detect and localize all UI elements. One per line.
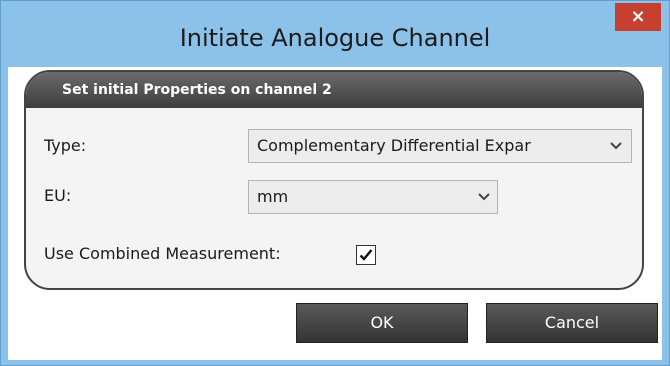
dialog-content: Set initial Properties on channel 2 Type… <box>8 67 662 360</box>
chevron-down-icon <box>475 181 493 224</box>
checkmark-icon <box>359 249 373 261</box>
eu-label: EU: <box>44 186 72 205</box>
dialog-window: Initiate Analogue Channel × Set initial … <box>0 0 670 366</box>
properties-group: Set initial Properties on channel 2 Type… <box>24 70 644 290</box>
type-label: Type: <box>44 136 87 155</box>
combined-measurement-checkbox[interactable] <box>356 245 376 265</box>
close-icon: × <box>630 6 646 27</box>
group-header: Set initial Properties on channel 2 <box>26 72 642 108</box>
group-title: Set initial Properties on channel 2 <box>62 82 332 98</box>
type-dropdown[interactable]: Complementary Differential Expar <box>248 129 632 163</box>
title-bar[interactable]: Initiate Analogue Channel × <box>1 1 669 67</box>
ok-button[interactable]: OK <box>296 303 468 343</box>
type-dropdown-value: Complementary Differential Expar <box>257 136 531 155</box>
eu-dropdown[interactable]: mm <box>248 180 498 214</box>
combined-measurement-label: Use Combined Measurement: <box>44 244 281 263</box>
close-button[interactable]: × <box>615 3 661 31</box>
dialog-title: Initiate Analogue Channel <box>179 24 491 52</box>
chevron-down-icon <box>607 130 625 173</box>
eu-dropdown-value: mm <box>257 187 289 206</box>
cancel-button[interactable]: Cancel <box>486 303 658 343</box>
